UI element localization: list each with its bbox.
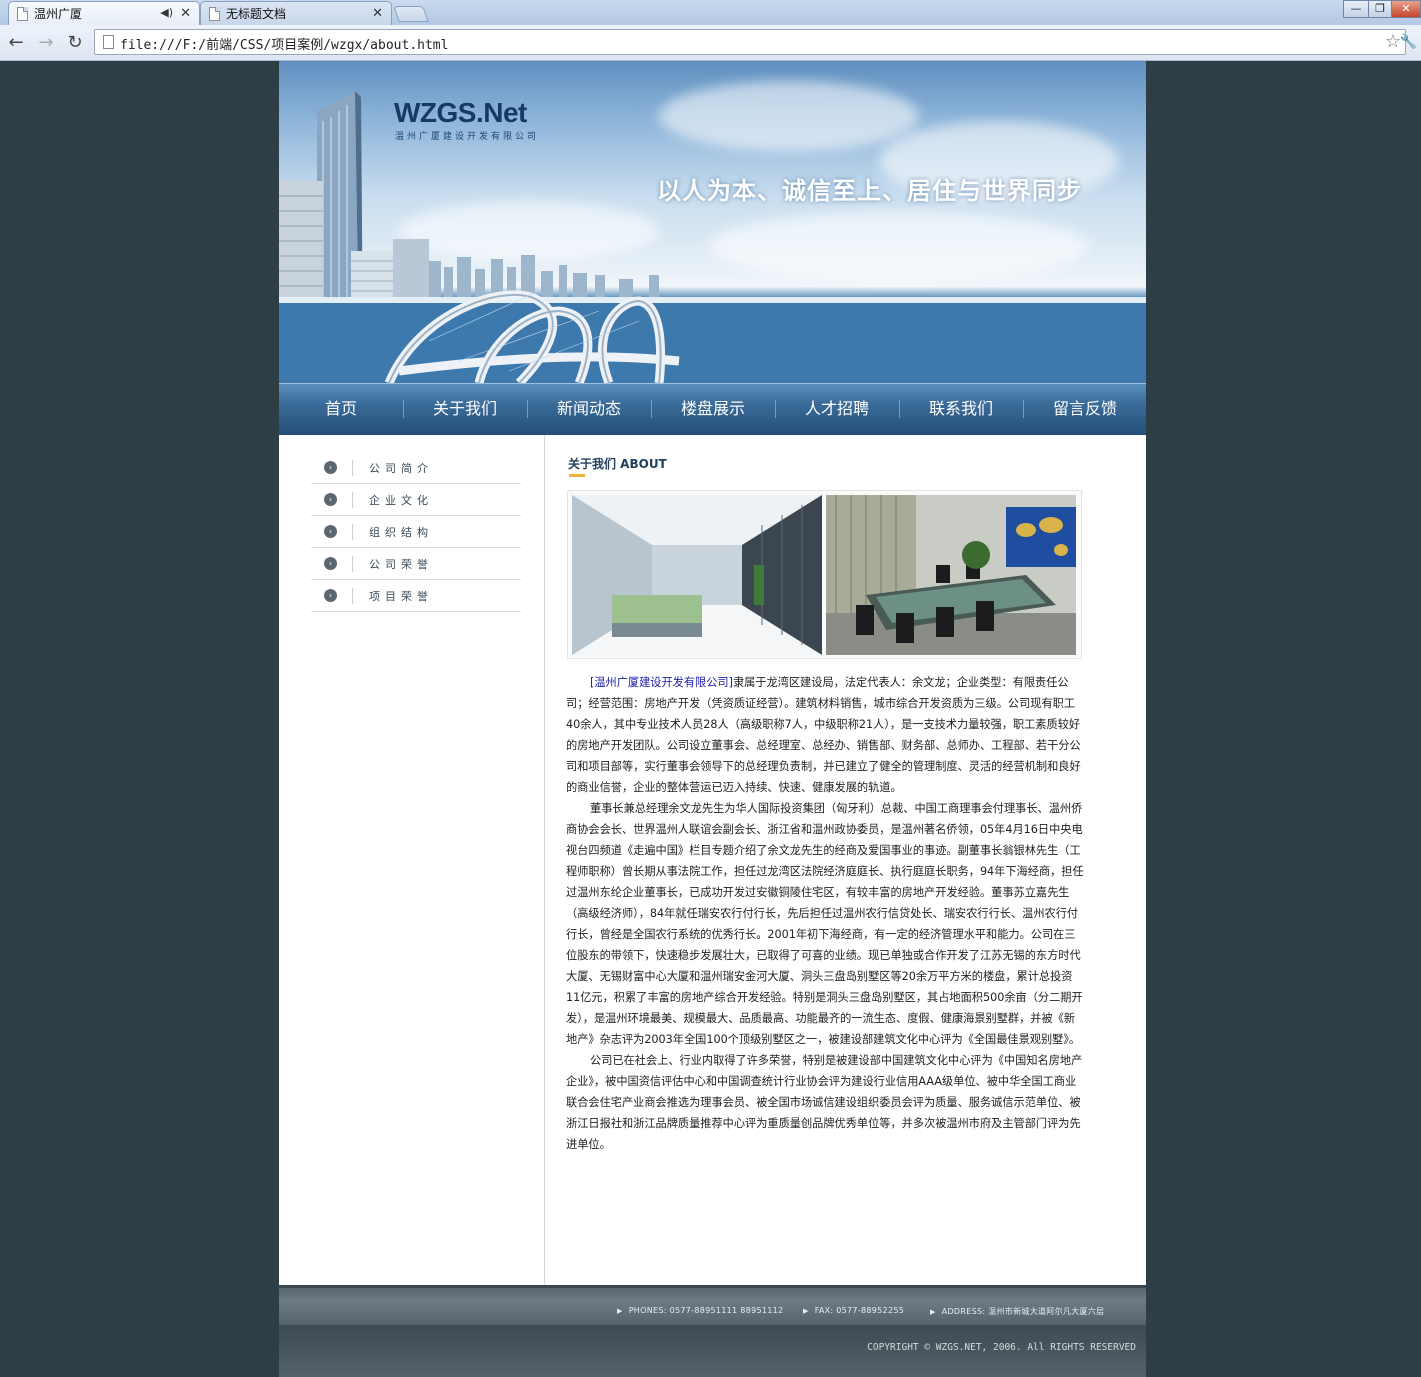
footer-phones: ▶ PHONES: 0577-88951111 88951112 [617,1306,784,1315]
nav-item-properties[interactable]: 楼盘展示 [651,384,775,435]
footer-address-text: ADDRESS: 温州市新城大道阿尔凡大厦六层 [941,1307,1105,1316]
sidebar-item-profile[interactable]: › 公司简介 [311,452,521,484]
about-text: [温州广厦建设开发有限公司]隶属于龙湾区建设局，法定代表人：余文龙；企业类型：有… [566,672,1086,1155]
footer-contact-bar: ▶ PHONES: 0577-88951111 88951112 ▶ FAX: 05… [279,1285,1146,1325]
footer-fax-text: FAX: 0577-88952255 [814,1306,905,1315]
sidebar-item-project-honors[interactable]: › 项目荣誉 [311,580,521,612]
header-banner: WZGS.Net 温州广厦建设开发有限公司 以人为本、诚信至上、居住与世界同步 [279,61,1146,383]
title-underline [569,474,585,477]
speaker-icon: ◀) [160,6,173,19]
meeting-room-photo [826,495,1076,655]
tab-close-icon[interactable]: ✕ [372,6,383,21]
nav-item-feedback[interactable]: 留言反馈 [1023,384,1147,435]
tab-title: 温州广厦 [34,7,83,21]
nav-item-news[interactable]: 新闻动态 [527,384,651,435]
minimize-button[interactable]: — [1343,0,1369,18]
footer-fax: ▶ FAX: 0577-88952255 [803,1306,905,1315]
section-title: 关于我们 ABOUT [568,457,667,471]
paragraph: 董事长兼总经理余文龙先生为华人国际投资集团（匈牙利）总裁、中国工商理事会付理事长… [566,802,1084,1046]
main-area: › 公司简介 › 企业文化 › 组织结构 › 公司荣誉 › 项目荣誉 关于我们 … [279,435,1146,1285]
sidebar: › 公司简介 › 企业文化 › 组织结构 › 公司荣誉 › 项目荣誉 [279,435,545,1285]
reload-icon[interactable]: ↻ [64,32,86,53]
url-text: file:///F:/前端/CSS/项目案例/wzgx/about.html [120,38,449,53]
sidebar-item-label: 组织结构 [369,526,433,539]
restore-button[interactable]: ❐ [1368,0,1392,18]
arrow-circle-icon: › [324,557,337,570]
tab-active[interactable]: 温州广厦 ◀) ✕ [8,1,200,25]
back-icon[interactable]: ← [5,32,27,53]
browser-toolbar: ← → ↻ file:///F:/前端/CSS/项目案例/wzgx/about.… [0,25,1421,61]
sidebar-item-culture[interactable]: › 企业文化 [311,484,521,516]
tab-close-icon[interactable]: ✕ [180,6,191,21]
arrow-circle-icon: › [324,493,337,506]
arrow-circle-icon: › [324,461,337,474]
copyright: COPYRIGHT © WZGS.NET, 2006. All RIGHTS R… [867,1342,1136,1353]
tab-title: 无标题文档 [226,7,287,21]
nav-item-home[interactable]: 首页 [279,384,403,435]
company-name-link[interactable]: [温州广厦建设开发有限公司] [590,676,733,689]
arrow-circle-icon: › [324,525,337,538]
sidebar-item-label: 项目荣誉 [369,590,433,603]
sidebar-item-structure[interactable]: › 组织结构 [311,516,521,548]
page-icon [17,6,28,21]
new-tab-button[interactable] [393,6,429,22]
page-icon [103,35,114,49]
site-logo[interactable]: WZGS.Net [394,97,527,129]
sidebar-item-label: 公司荣誉 [369,558,433,571]
photo-strip [567,490,1082,659]
main-nav: 首页 关于我们 新闻动态 楼盘展示 人才招聘 联系我们 留言反馈 [279,383,1146,435]
page-icon [209,6,220,21]
paragraph-text: 隶属于龙湾区建设局，法定代表人：余文龙；企业类型：有限责任公司；经营范围：房地产… [566,676,1081,794]
tab-inactive[interactable]: 无标题文档 ✕ [200,1,392,25]
site-logo-subtitle: 温州广厦建设开发有限公司 [395,132,540,142]
showroom-photo [572,495,822,655]
window-close-button[interactable]: ✕ [1391,0,1421,18]
sidebar-item-honors[interactable]: › 公司荣誉 [311,548,521,580]
wrench-icon[interactable]: 🔧 [1400,34,1417,50]
sidebar-item-label: 公司简介 [369,462,433,475]
nav-item-contact[interactable]: 联系我们 [899,384,1023,435]
nav-item-jobs[interactable]: 人才招聘 [775,384,899,435]
nav-item-about[interactable]: 关于我们 [403,384,527,435]
address-bar[interactable]: file:///F:/前端/CSS/项目案例/wzgx/about.html ☆ [94,29,1406,55]
footer-phones-text: PHONES: 0577-88951111 88951112 [628,1306,784,1315]
arrow-circle-icon: › [324,589,337,602]
footer-copyright-bar: COPYRIGHT © WZGS.NET, 2006. All RIGHTS R… [279,1325,1146,1377]
forward-icon[interactable]: → [35,32,57,53]
footer-address: ▶ ADDRESS: 温州市新城大道阿尔凡大厦六层 [930,1307,1105,1316]
paragraph: [温州广厦建设开发有限公司]隶属于龙湾区建设局，法定代表人：余文龙；企业类型：有… [566,672,1086,798]
sidebar-item-label: 企业文化 [369,494,433,507]
paragraph: 公司已在社会上、行业内取得了许多荣誉，特别是被建设部中国建筑文化中心评为《中国知… [566,1054,1083,1151]
page: WZGS.Net 温州广厦建设开发有限公司 以人为本、诚信至上、居住与世界同步 … [279,61,1146,1377]
browser-tab-strip: 温州广厦 ◀) ✕ 无标题文档 ✕ — ❐ ✕ [0,0,1421,25]
slogan: 以人为本、诚信至上、居住与世界同步 [657,176,1082,205]
